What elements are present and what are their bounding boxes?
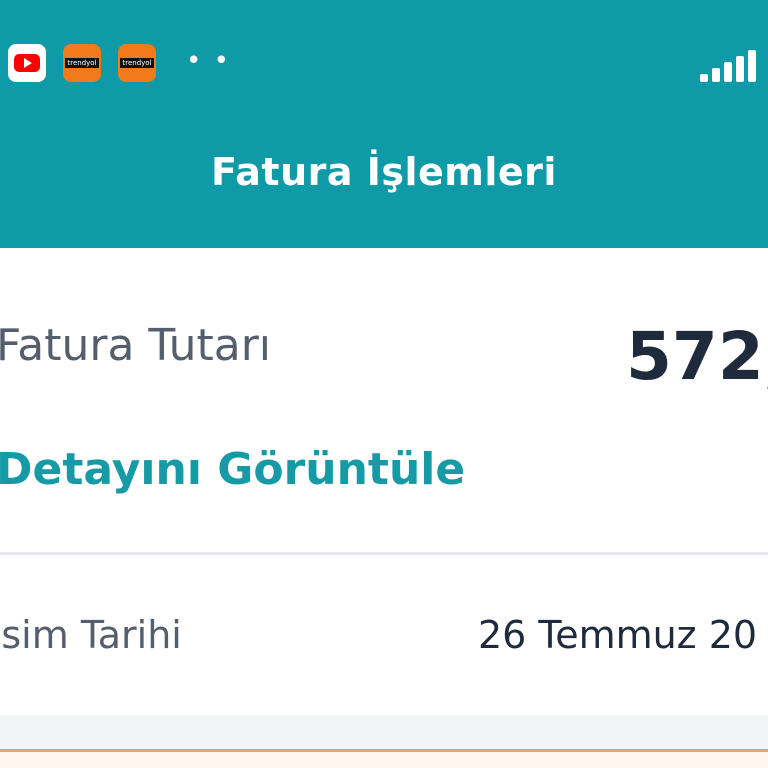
youtube-logo bbox=[14, 54, 40, 72]
signal-bar bbox=[700, 74, 708, 82]
trendyol-logo-text: trendyol bbox=[65, 58, 99, 68]
issue-date-value: 26 Temmuz 20 bbox=[478, 613, 758, 657]
signal-bar bbox=[712, 68, 720, 82]
app-screen: trendyol trendyol • • Fatura İşlemleri F… bbox=[0, 0, 768, 768]
page-title: Fatura İşlemleri bbox=[211, 150, 557, 194]
status-bar: trendyol trendyol • • bbox=[0, 0, 768, 120]
signal-strength-icon bbox=[700, 48, 768, 82]
invoice-amount-value: 572, bbox=[626, 318, 768, 395]
section-separator bbox=[0, 715, 768, 749]
more-notifications-icon: • • bbox=[186, 46, 231, 76]
signal-bar bbox=[748, 50, 756, 82]
warning-card bbox=[0, 749, 768, 768]
trendyol-icon: trendyol bbox=[63, 44, 101, 82]
trendyol-icon: trendyol bbox=[118, 44, 156, 82]
invoice-amount-card: Fatura Tutarı 572, Detayını Görüntüle bbox=[0, 248, 768, 554]
issue-date-row: esim Tarihi 26 Temmuz 20 bbox=[0, 555, 768, 715]
play-icon bbox=[24, 58, 32, 68]
signal-bar bbox=[724, 62, 732, 82]
view-details-link[interactable]: Detayını Görüntüle bbox=[0, 444, 465, 495]
trendyol-logo-text: trendyol bbox=[120, 58, 154, 68]
issue-date-label: esim Tarihi bbox=[0, 613, 182, 657]
header: trendyol trendyol • • Fatura İşlemleri bbox=[0, 0, 768, 248]
signal-bar bbox=[736, 56, 744, 82]
invoice-amount-label: Fatura Tutarı bbox=[0, 320, 272, 371]
youtube-icon bbox=[8, 44, 46, 82]
